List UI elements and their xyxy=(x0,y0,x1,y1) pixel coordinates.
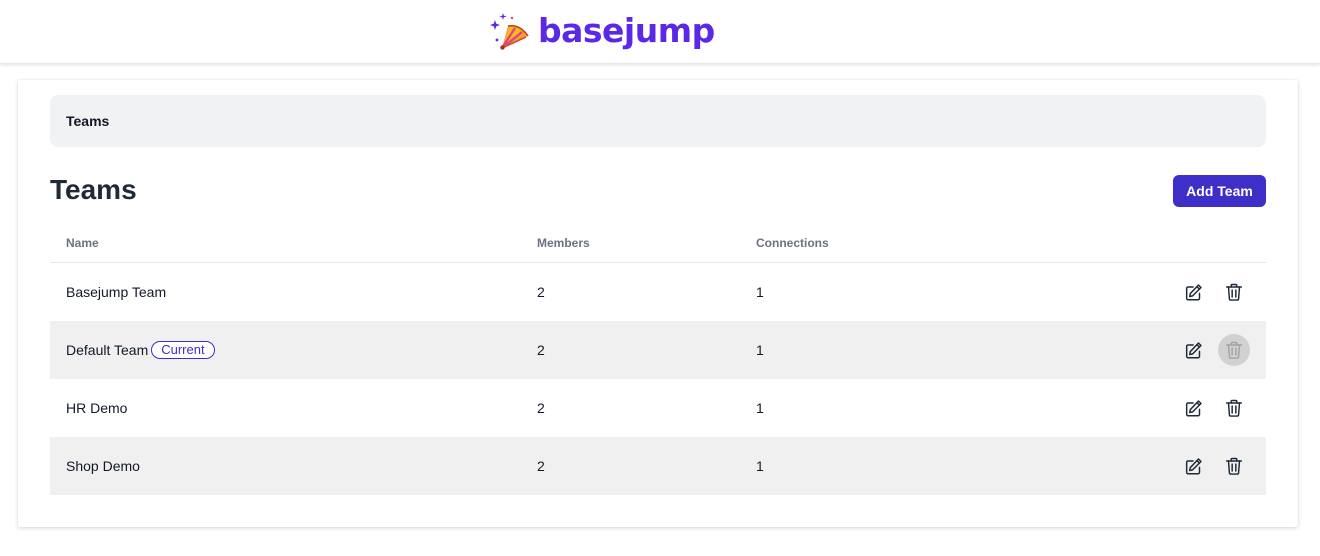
edit-team-button[interactable] xyxy=(1178,276,1210,308)
page-title: Teams xyxy=(50,174,137,205)
trash-icon xyxy=(1225,283,1243,301)
connections-count: 1 xyxy=(756,342,764,358)
edit-team-button[interactable] xyxy=(1178,392,1210,424)
members-count: 2 xyxy=(537,284,545,300)
table-row: Shop Demo 2 1 xyxy=(50,437,1266,495)
brand-name: basejump xyxy=(538,10,715,50)
connections-count: 1 xyxy=(756,458,764,474)
team-name-cell: HR Demo xyxy=(66,379,127,437)
members-count: 2 xyxy=(537,342,545,358)
team-name: Shop Demo xyxy=(66,458,140,474)
party-popper-icon xyxy=(490,13,529,50)
teams-table: Name Members Connections Basejump Team 2… xyxy=(50,220,1266,495)
delete-team-button[interactable] xyxy=(1218,276,1250,308)
brand-logo[interactable]: basejump xyxy=(488,10,715,54)
edit-team-button[interactable] xyxy=(1178,450,1210,482)
trash-icon xyxy=(1225,341,1243,359)
team-name-cell: Basejump Team xyxy=(66,263,166,321)
breadcrumb-item-teams[interactable]: Teams xyxy=(66,113,109,129)
top-navigation-bar: basejump xyxy=(0,0,1320,64)
delete-team-button-disabled[interactable] xyxy=(1218,334,1250,366)
column-header-name: Name xyxy=(66,236,99,250)
pencil-square-icon xyxy=(1185,400,1202,417)
pencil-square-icon xyxy=(1185,284,1202,301)
add-team-button[interactable]: Add Team xyxy=(1173,175,1266,207)
connections-count: 1 xyxy=(756,284,764,300)
column-header-members: Members xyxy=(537,236,590,250)
team-name-cell: Default Team Current xyxy=(66,321,215,379)
table-row: Basejump Team 2 1 xyxy=(50,263,1266,321)
trash-icon xyxy=(1225,399,1243,417)
row-actions xyxy=(1174,321,1266,379)
pencil-square-icon xyxy=(1185,342,1202,359)
column-header-connections: Connections xyxy=(756,236,829,250)
connections-count: 1 xyxy=(756,400,764,416)
teams-card: Teams Teams Add Team Name Members Connec… xyxy=(18,80,1298,527)
edit-team-button[interactable] xyxy=(1178,334,1210,366)
trash-icon xyxy=(1225,457,1243,475)
current-team-badge: Current xyxy=(151,341,215,359)
team-name: Default Team xyxy=(66,342,149,358)
table-row: Default Team Current 2 1 xyxy=(50,321,1266,379)
table-row: HR Demo 2 1 xyxy=(50,379,1266,437)
delete-team-button[interactable] xyxy=(1218,450,1250,482)
delete-team-button[interactable] xyxy=(1218,392,1250,424)
team-name-cell: Shop Demo xyxy=(66,437,140,495)
row-actions xyxy=(1174,379,1266,437)
members-count: 2 xyxy=(537,458,545,474)
pencil-square-icon xyxy=(1185,458,1202,475)
table-header: Name Members Connections xyxy=(50,220,1266,263)
members-count: 2 xyxy=(537,400,545,416)
row-actions xyxy=(1174,437,1266,495)
breadcrumb: Teams xyxy=(50,95,1266,147)
team-name: Basejump Team xyxy=(66,284,167,300)
team-name: HR Demo xyxy=(66,400,128,416)
row-actions xyxy=(1174,263,1266,321)
